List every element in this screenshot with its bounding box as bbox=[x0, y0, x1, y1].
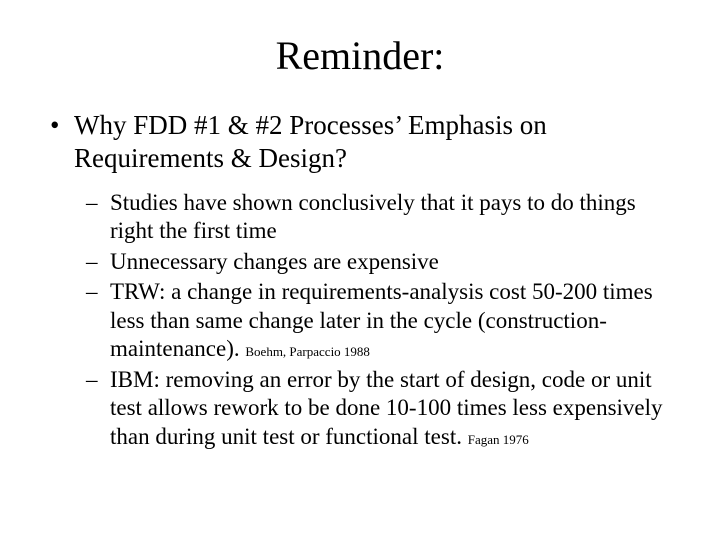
sub-bullet-text: TRW: a change in requirements-analysis c… bbox=[110, 279, 653, 361]
bullet-item: Why FDD #1 & #2 Processes’ Emphasis on R… bbox=[44, 109, 676, 175]
slide: Reminder: Why FDD #1 & #2 Processes’ Emp… bbox=[0, 0, 720, 540]
citation: Boehm, Parpaccio 1988 bbox=[245, 344, 370, 359]
sub-bullet-item: Studies have shown conclusively that it … bbox=[80, 189, 676, 246]
sub-bullet-text: Unnecessary changes are expensive bbox=[110, 249, 439, 274]
citation: Fagan 1976 bbox=[468, 432, 529, 447]
sub-bullet-text: Studies have shown conclusively that it … bbox=[110, 190, 636, 244]
slide-title: Reminder: bbox=[44, 32, 676, 79]
bullet-list: Why FDD #1 & #2 Processes’ Emphasis on R… bbox=[44, 109, 676, 175]
sub-bullet-item: TRW: a change in requirements-analysis c… bbox=[80, 278, 676, 364]
bullet-text: Why FDD #1 & #2 Processes’ Emphasis on R… bbox=[74, 110, 547, 173]
sub-bullet-list: Studies have shown conclusively that it … bbox=[80, 189, 676, 452]
sub-bullet-item: Unnecessary changes are expensive bbox=[80, 248, 676, 277]
sub-bullet-text: IBM: removing an error by the start of d… bbox=[110, 367, 663, 449]
sub-bullet-item: IBM: removing an error by the start of d… bbox=[80, 366, 676, 452]
